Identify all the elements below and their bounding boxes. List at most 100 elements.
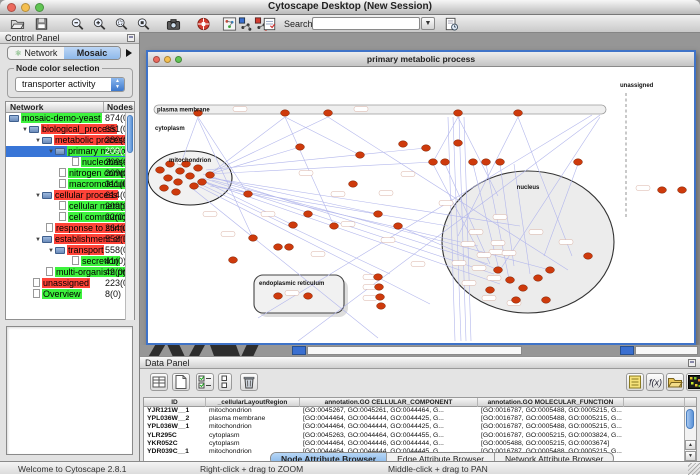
background-window-fragment[interactable]: [292, 346, 306, 355]
network-node[interactable]: [164, 175, 173, 181]
network-node[interactable]: [469, 159, 478, 165]
network-node[interactable]: [546, 267, 555, 273]
network-node[interactable]: [249, 235, 258, 241]
birds-eye-view-panel[interactable]: [6, 326, 133, 455]
tree-column-network[interactable]: Network: [10, 102, 44, 113]
table-row[interactable]: YPL036W__2plasma membrane[GO:0044464, GO…: [144, 415, 696, 423]
network-node[interactable]: [542, 297, 551, 303]
tree-expand-arrow-icon[interactable]: ▼: [48, 149, 54, 155]
network-node[interactable]: [206, 172, 215, 178]
network-window-titlebar[interactable]: primary metabolic process: [148, 52, 694, 67]
network-node[interactable]: [494, 267, 503, 273]
heatmap-matrix-icon[interactable]: [686, 373, 700, 391]
tree-row[interactable]: ▼transport558(0): [6, 245, 134, 256]
tree-row[interactable]: nitrogen compo209(0): [6, 168, 134, 179]
network-node[interactable]: [377, 303, 386, 309]
select-attributes-icon[interactable]: [196, 373, 214, 391]
tree-row[interactable]: unassigned223(0): [6, 278, 134, 289]
network-node[interactable]: [486, 287, 495, 293]
zoom-out-icon[interactable]: [70, 17, 85, 31]
table-scrollbar-thumb[interactable]: [686, 409, 694, 429]
tree-row[interactable]: ▼metabolic process280(0): [6, 135, 134, 146]
tree-expand-arrow-icon[interactable]: ▼: [22, 127, 28, 133]
tree-row[interactable]: secretion41(0): [6, 256, 134, 267]
tree-row[interactable]: Overview8(0): [6, 289, 134, 300]
network-node[interactable]: [506, 277, 515, 283]
tree-scrollbar[interactable]: [125, 113, 134, 320]
help-lifering-icon[interactable]: [196, 17, 211, 31]
network-node[interactable]: [512, 297, 521, 303]
close-view-icon[interactable]: [153, 56, 160, 63]
network-node[interactable]: [454, 140, 463, 146]
network-node[interactable]: [274, 244, 283, 250]
zoom-window-icon[interactable]: [35, 3, 44, 12]
background-window-fragment[interactable]: [620, 346, 634, 355]
network-node[interactable]: [678, 187, 687, 193]
network-node[interactable]: [375, 284, 384, 290]
unselect-attributes-icon[interactable]: [218, 373, 232, 391]
minimize-view-icon[interactable]: [164, 56, 171, 63]
float-panel-icon[interactable]: [688, 359, 696, 367]
background-window-fragment[interactable]: [635, 346, 698, 355]
network-node[interactable]: [186, 173, 195, 179]
background-window-fragment[interactable]: [307, 346, 522, 355]
tree-row[interactable]: ▼biological_process651(0): [6, 124, 134, 135]
network-node[interactable]: [324, 110, 333, 116]
network-node[interactable]: [296, 144, 305, 150]
network-node[interactable]: [496, 159, 505, 165]
table-column-header[interactable]: annotation.GO MOLECULAR_FUNCTION: [478, 398, 624, 407]
tree-row[interactable]: response to stimulu264(0): [6, 223, 134, 234]
import-attributes-folder-icon[interactable]: [666, 373, 684, 391]
network-node[interactable]: [330, 223, 339, 229]
search-options-icon[interactable]: [444, 17, 459, 31]
tree-row[interactable]: cell communicat22(0): [6, 212, 134, 223]
scroll-up-icon[interactable]: ▲: [685, 440, 696, 450]
network-node[interactable]: [374, 274, 383, 280]
table-column-header[interactable]: annotation.GO CELLULAR_COMPONENT: [300, 398, 478, 407]
zoom-in-icon[interactable]: [92, 17, 107, 31]
network-node[interactable]: [229, 257, 238, 263]
float-panel-icon[interactable]: [127, 34, 135, 42]
network-node[interactable]: [584, 253, 593, 259]
network-node[interactable]: [172, 189, 181, 195]
minimize-window-icon[interactable]: [21, 3, 30, 12]
combo-stepper-icon[interactable]: ▲▼: [111, 78, 124, 91]
network-node[interactable]: [174, 179, 183, 185]
save-icon[interactable]: [34, 17, 49, 31]
network-node[interactable]: [244, 191, 253, 197]
network-node[interactable]: [658, 187, 667, 193]
network-node[interactable]: [356, 152, 365, 158]
tree-scrollbar-thumb[interactable]: [127, 115, 133, 153]
zoom-selected-icon[interactable]: [114, 17, 129, 31]
tree-row[interactable]: nucleobase-209(0): [6, 157, 134, 168]
tree-row[interactable]: macromolecule311(0): [6, 179, 134, 190]
network-node[interactable]: [482, 159, 491, 165]
network-node[interactable]: [156, 167, 165, 173]
new-attribute-icon[interactable]: [172, 373, 190, 391]
tree-expand-arrow-icon[interactable]: ▼: [35, 138, 41, 144]
destroy-network-icon[interactable]: [238, 17, 253, 31]
network-node[interactable]: [198, 179, 207, 185]
network-node[interactable]: [374, 211, 383, 217]
table-row[interactable]: YLR295Ccytoplasm[GO:0045263, GO:0044464,…: [144, 432, 696, 440]
network-node[interactable]: [454, 110, 463, 116]
table-scrollbar[interactable]: ▲ ▼: [684, 407, 696, 461]
table-row[interactable]: YKR052Ccytoplasm[GO:0044464, GO:0044446,…: [144, 440, 696, 448]
network-node[interactable]: [160, 185, 169, 191]
table-row[interactable]: YJR121W__1mitochondrion[GO:0045267, GO:0…: [144, 407, 696, 415]
network-node[interactable]: [190, 183, 199, 189]
network-node[interactable]: [514, 110, 523, 116]
tree-row[interactable]: mosaic-demo-yeast874(0): [6, 113, 134, 124]
tree-row[interactable]: ▼primary metabo209(...: [6, 146, 134, 157]
network-node[interactable]: [304, 293, 313, 299]
network-node[interactable]: [429, 159, 438, 165]
tree-column-nodes[interactable]: Nodes: [103, 102, 134, 113]
table-row[interactable]: YPL036W__1mitochondrion[GO:0044464, GO:0…: [144, 423, 696, 431]
network-node[interactable]: [394, 223, 403, 229]
search-input[interactable]: [312, 17, 420, 30]
attribute-table-icon[interactable]: [150, 373, 168, 391]
tree-expand-arrow-icon[interactable]: ▼: [35, 237, 41, 243]
tab-overflow-arrow[interactable]: [126, 49, 132, 57]
network-node[interactable]: [194, 165, 203, 171]
network-node[interactable]: [574, 159, 583, 165]
